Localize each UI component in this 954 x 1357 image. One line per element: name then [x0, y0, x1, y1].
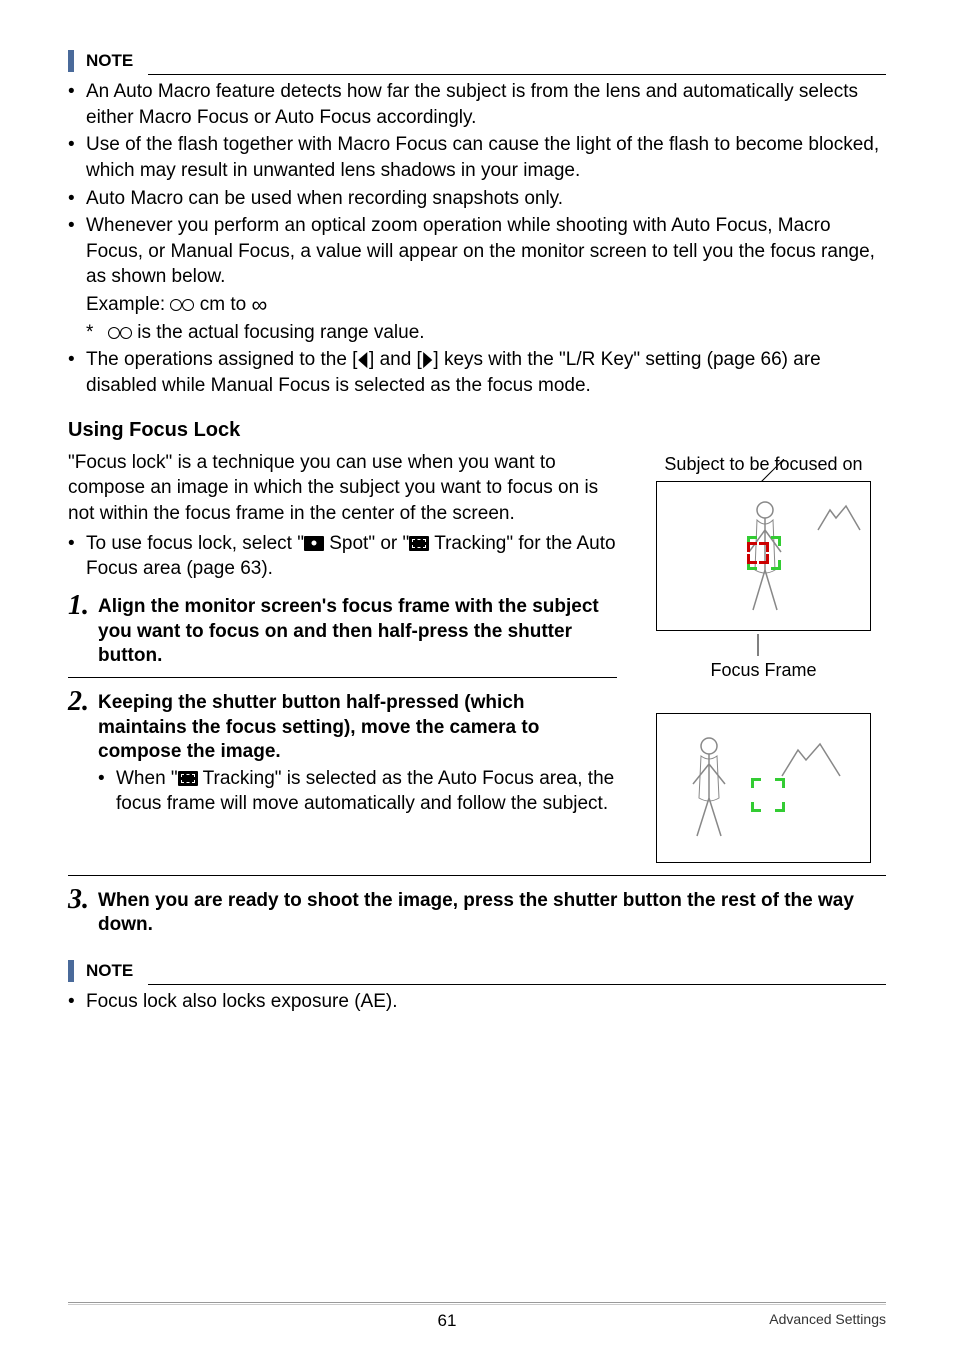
- step-title: When you are ready to shoot the image, p…: [98, 889, 886, 938]
- note-item: • Auto Macro can be used when recording …: [68, 186, 886, 212]
- note-text: Use of the flash together with Macro Foc…: [86, 132, 886, 183]
- illustration-1: [656, 481, 871, 631]
- note-item: • Focus lock also locks exposure (AE).: [68, 989, 886, 1015]
- tracking-icon: [178, 771, 198, 786]
- step-divider: [68, 677, 617, 678]
- focus-frame-green: [751, 778, 785, 812]
- step-1: 1 Align the monitor screen's focus frame…: [68, 592, 617, 669]
- note-block: NOTE • Focus lock also locks exposure (A…: [68, 960, 886, 1015]
- intro-bullet: • To use focus lock, select " Spot" or "…: [68, 531, 617, 582]
- illustration-2: [656, 713, 871, 863]
- focus-frame-red: [747, 542, 769, 564]
- step-number: 1: [68, 592, 98, 620]
- footer-section-label: Advanced Settings: [706, 1311, 886, 1331]
- note-footnote: * is the actual focusing range value.: [86, 320, 886, 346]
- left-arrow-icon: ◀: [359, 346, 368, 374]
- section-heading: Using Focus Lock: [68, 419, 886, 442]
- step-number: 2: [68, 688, 98, 716]
- mountain-icon: [816, 504, 862, 532]
- spot-icon: [304, 536, 324, 551]
- right-arrow-icon: ▶: [423, 346, 432, 374]
- mountain-icon: [780, 742, 842, 778]
- note-text: An Auto Macro feature detects how far th…: [86, 79, 886, 130]
- step-divider: [68, 875, 886, 876]
- page-footer: 61 Advanced Settings: [68, 1302, 886, 1331]
- step-title: Keeping the shutter button half-pressed …: [98, 691, 617, 765]
- note-text: Focus lock also locks exposure (AE).: [86, 989, 886, 1015]
- intro-paragraph: "Focus lock" is a technique you can use …: [68, 450, 617, 527]
- note-text: The operations assigned to the [◀] and […: [86, 347, 886, 398]
- step-number: 3: [68, 886, 98, 914]
- note-item: • The operations assigned to the [◀] and…: [68, 347, 886, 398]
- note-label: NOTE: [68, 960, 886, 982]
- note-item: • Whenever you perform an optical zoom o…: [68, 213, 886, 345]
- step-subnote: • When " Tracking" is selected as the Au…: [98, 767, 617, 816]
- figure-caption-frame: Focus Frame: [641, 660, 886, 681]
- note-example: Example: cm to ∞: [86, 290, 886, 320]
- note-list-2: • Focus lock also locks exposure (AE).: [68, 989, 886, 1015]
- page-number: 61: [188, 1311, 706, 1331]
- pointer-line: [756, 459, 786, 483]
- note-rule: [148, 74, 886, 75]
- tracking-icon: [409, 536, 429, 551]
- pointer-line: [748, 634, 768, 656]
- step-title: Align the monitor screen's focus frame w…: [98, 595, 617, 669]
- step-3: 3 When you are ready to shoot the image,…: [68, 886, 886, 938]
- note-block: NOTE • An Auto Macro feature detects how…: [68, 50, 886, 399]
- note-label: NOTE: [68, 50, 886, 72]
- note-text: Auto Macro can be used when recording sn…: [86, 186, 886, 212]
- note-list-1: • An Auto Macro feature detects how far …: [68, 79, 886, 399]
- person-icon: [687, 736, 731, 851]
- step-2: 2 Keeping the shutter button half-presse…: [68, 688, 617, 816]
- note-rule: [148, 984, 886, 985]
- note-item: • An Auto Macro feature detects how far …: [68, 79, 886, 130]
- note-text: Whenever you perform an optical zoom ope…: [86, 215, 875, 287]
- note-item: • Use of the flash together with Macro F…: [68, 132, 886, 183]
